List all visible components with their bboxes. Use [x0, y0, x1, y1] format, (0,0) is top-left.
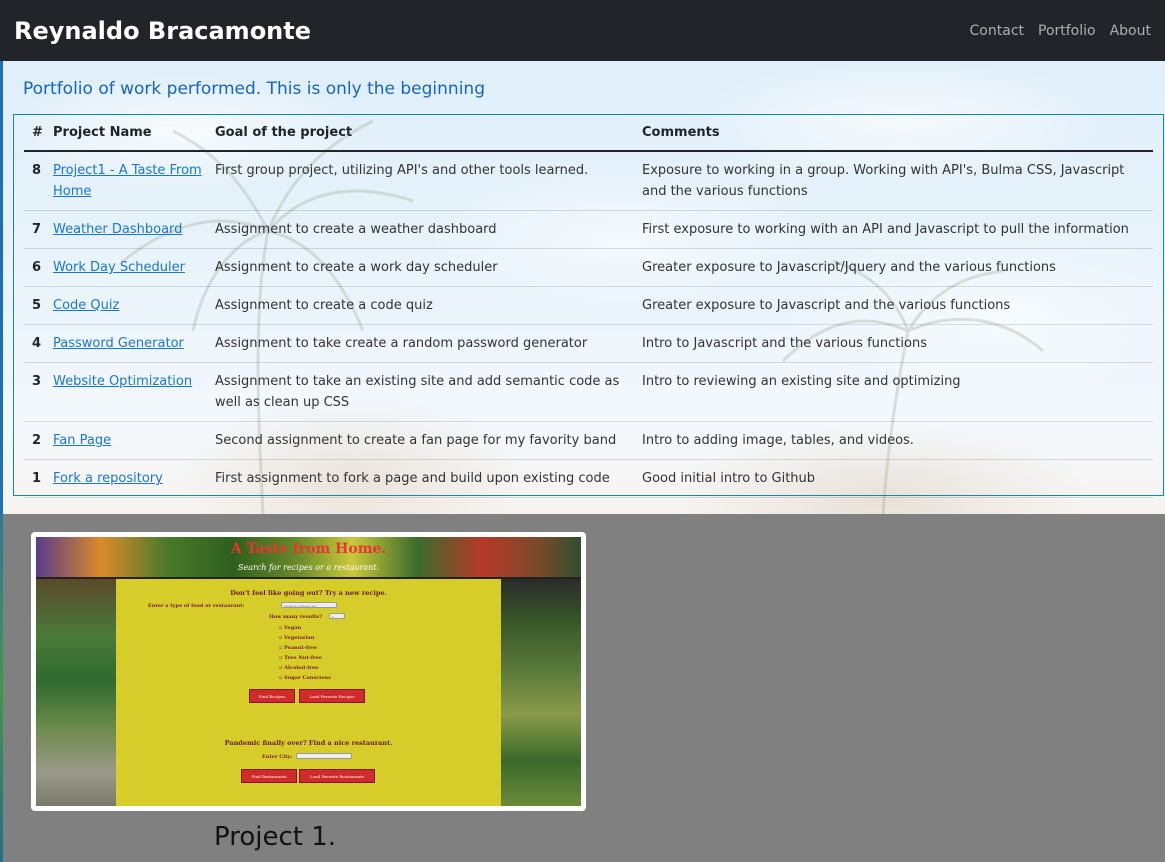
row-project-name: Password Generator [53, 324, 215, 363]
project-link[interactable]: Project1 - A Taste From Home [53, 163, 202, 199]
table-row: 5 Code Quiz Assignment to create a code … [24, 286, 1153, 325]
screenshot-form-panel: Don't feel like going out? Try a new rec… [116, 579, 501, 806]
screenshot-option: ▫ Peanut-free [279, 645, 317, 651]
screenshot-option: ▫ Alcohol-free [279, 665, 319, 671]
header-comments: Comments [642, 115, 1153, 152]
row-project-name: Website Optimization [53, 362, 215, 422]
table-row: 3 Website Optimization Assignment to tak… [24, 362, 1153, 422]
row-goal: Assignment to take an existing site and … [215, 362, 642, 422]
nav-link-contact[interactable]: Contact [963, 23, 1031, 39]
row-number: 6 [24, 248, 53, 287]
screenshot-find-restaurants-button: Find Restaurants [241, 769, 297, 783]
screenshot-option: ▫ Vegan [279, 625, 302, 631]
project-link[interactable]: Fan Page [53, 433, 111, 448]
row-goal: Second assignment to create a fan page f… [215, 421, 642, 460]
table-row: 7 Weather Dashboard Assignment to create… [24, 210, 1153, 249]
screenshot-food-label: Enter a type of food or restaurant: [148, 603, 245, 609]
table-header-row: # Project Name Goal of the project Comme… [24, 115, 1153, 152]
row-number: 2 [24, 421, 53, 460]
row-goal: Assignment to create a code quiz [215, 286, 642, 325]
row-comment: Exposure to working in a group. Working … [642, 151, 1153, 211]
screenshot-load-restaurants-button: Load Favorite Restaurants [299, 769, 375, 783]
screenshot-recipe-heading: Don't feel like going out? Try a new rec… [230, 589, 387, 597]
screenshot-left-image [36, 579, 116, 806]
screenshot-load-recipes-button: Load Favorite Recipes [299, 689, 365, 703]
row-goal: First group project, utilizing API's and… [215, 151, 642, 211]
row-project-name: Work Day Scheduler [53, 248, 215, 287]
row-goal: Assignment to create a work day schedule… [215, 248, 642, 287]
project-caption: Project 1. [214, 822, 337, 852]
screenshot-title: A Taste from Home. [230, 541, 387, 557]
table-row: 4 Password Generator Assignment to take … [24, 324, 1153, 363]
table-row: 1 Fork a repository First assignment to … [24, 459, 1153, 498]
portfolio-table: # Project Name Goal of the project Comme… [24, 115, 1153, 498]
screenshot-restaurant-heading: Pandemic finally over? Find a nice resta… [224, 739, 393, 747]
portfolio-section: Portfolio of work performed. This is onl… [0, 61, 1165, 514]
screenshot-city-input [296, 753, 352, 759]
project-link[interactable]: Weather Dashboard [53, 222, 182, 237]
screenshot-city-label: Enter City: [262, 754, 293, 760]
row-goal: Assignment to take create a random passw… [215, 324, 642, 363]
row-project-name: Project1 - A Taste From Home [53, 151, 215, 211]
row-comment: Greater exposure to Javascript/Jquery an… [642, 248, 1153, 287]
row-project-name: Weather Dashboard [53, 210, 215, 249]
project-screenshot[interactable]: A Taste from Home. Search for recipes or… [36, 537, 581, 806]
row-comment: Intro to adding image, tables, and video… [642, 421, 1153, 460]
header-goal: Goal of the project [215, 115, 642, 152]
project-link[interactable]: Work Day Scheduler [53, 260, 185, 275]
row-project-name: Fan Page [53, 421, 215, 460]
table-row: 6 Work Day Scheduler Assignment to creat… [24, 248, 1153, 287]
screenshot-option: ▫ Vegetarian [279, 635, 315, 641]
row-comment: Intro to Javascript and the various func… [642, 324, 1153, 363]
project-link[interactable]: Code Quiz [53, 298, 119, 313]
row-comment: Greater exposure to Javascript and the v… [642, 286, 1153, 325]
screenshot-food-input: Mexican, burgers etc [281, 602, 337, 608]
row-comment: First exposure to working with an API an… [642, 210, 1153, 249]
row-number: 5 [24, 286, 53, 325]
row-goal: First assignment to fork a page and buil… [215, 459, 642, 498]
row-comment: Intro to reviewing an existing site and … [642, 362, 1153, 422]
row-number: 1 [24, 459, 53, 498]
row-number: 3 [24, 362, 53, 422]
screenshot-find-recipes-button: Find Recipes [249, 689, 295, 703]
row-project-name: Fork a repository [53, 459, 215, 498]
row-number: 8 [24, 151, 53, 211]
portfolio-table-container: # Project Name Goal of the project Comme… [13, 114, 1164, 498]
top-navbar: Reynaldo Bracamonte Contact Portfolio Ab… [0, 0, 1165, 61]
screenshot-option: ▫ Tree Nut-free [279, 655, 322, 661]
screenshot-right-image [501, 579, 581, 806]
screenshot-results-label: How many results? [269, 614, 323, 620]
row-goal: Assignment to create a weather dashboard [215, 210, 642, 249]
project-card[interactable]: A Taste from Home. Search for recipes or… [31, 532, 586, 811]
screenshot-subtitle: Search for recipes or a restaurant. [237, 563, 380, 572]
project-link[interactable]: Password Generator [53, 336, 184, 351]
table-row: 8 Project1 - A Taste From Home First gro… [24, 151, 1153, 211]
left-edge-strip [0, 514, 3, 862]
screenshot-results-input: 5 [329, 613, 345, 619]
portfolio-heading: Portfolio of work performed. This is onl… [23, 79, 485, 99]
row-project-name: Code Quiz [53, 286, 215, 325]
row-number: 4 [24, 324, 53, 363]
nav-link-portfolio[interactable]: Portfolio [1031, 23, 1103, 39]
nav-link-about[interactable]: About [1103, 23, 1151, 39]
brand-name[interactable]: Reynaldo Bracamonte [14, 17, 311, 45]
project-link[interactable]: Fork a repository [53, 471, 163, 486]
screenshot-option: ▫ Sugar Conscious [279, 675, 331, 681]
project-link[interactable]: Website Optimization [53, 374, 192, 389]
nav-links: Contact Portfolio About [963, 23, 1151, 39]
header-number: # [24, 115, 53, 152]
header-project-name: Project Name [53, 115, 215, 152]
row-number: 7 [24, 210, 53, 249]
row-comment: Good initial intro to Github [642, 459, 1153, 498]
table-row: 2 Fan Page Second assignment to create a… [24, 421, 1153, 460]
